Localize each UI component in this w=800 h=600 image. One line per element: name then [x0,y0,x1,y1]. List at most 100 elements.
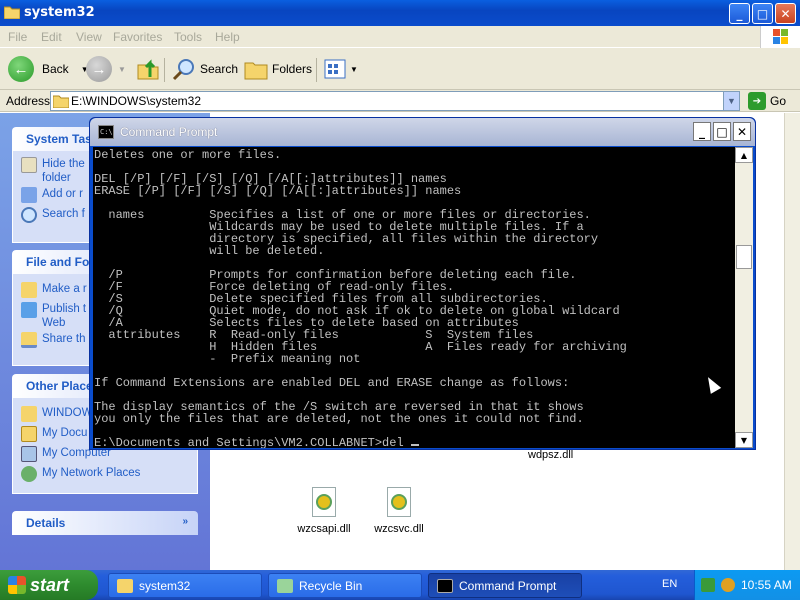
forward-arrow-icon: → [86,56,112,82]
cmd-close-button[interactable]: ✕ [733,122,751,141]
minimize-button[interactable]: _ [729,3,750,24]
scroll-up-icon[interactable]: ▲ [735,147,753,163]
folders-button[interactable]: Folders [244,56,312,82]
go-button[interactable]: ➔ Go [748,92,786,110]
forward-button[interactable]: → ▼ [86,56,126,82]
menu-tools[interactable]: Tools [174,30,202,44]
taskbar-item-system32[interactable]: system32 [108,573,262,598]
place-my-network-places[interactable]: My Network Places [21,466,140,482]
my-documents-icon [21,426,37,442]
task-label: Make a r [42,283,87,295]
explorer-title-bar: system32 _ □ ✕ [0,0,800,26]
publish-web-task[interactable]: Publish t Web [21,302,86,330]
task-label: Search f [42,208,85,220]
file-item[interactable]: wzcsvc.dll [364,487,434,535]
place-my-documents[interactable]: My Docu [21,426,87,442]
menu-bar: File Edit View Favorites Tools Help [0,26,800,48]
search-icon[interactable] [721,578,735,592]
folder-icon [4,6,20,19]
close-button[interactable]: ✕ [775,3,796,24]
scroll-down-icon[interactable]: ▼ [735,432,753,448]
menu-view[interactable]: View [76,30,102,44]
folders-label: Folders [272,62,313,76]
place-windows[interactable]: WINDOW [21,406,92,422]
search-icon [172,59,194,81]
hide-folder-icon [21,157,37,173]
file-list-scrollbar[interactable] [784,113,800,570]
folder-icon [53,95,69,108]
taskbar: start system32 Recycle Bin Command Promp… [0,570,800,600]
details-header[interactable]: Details » [12,511,198,535]
task-label: Add or r [42,188,83,200]
search-icon [21,207,37,223]
start-button[interactable]: start [0,570,98,600]
up-folder-button[interactable] [136,56,160,82]
scroll-thumb[interactable] [736,245,752,269]
folder-icon [21,406,37,422]
cmd-maximize-button[interactable]: □ [713,122,731,141]
go-label: Go [770,94,787,108]
task-label: Publish t Web [42,303,87,329]
task-label: Hide the folder [42,158,85,184]
forward-dropdown-icon[interactable]: ▼ [118,65,126,74]
go-arrow-icon: ➔ [748,92,766,110]
folder-icon [117,578,133,593]
console-output[interactable]: Deletes one or more files. DEL [/P] [/F]… [93,147,735,448]
menu-favorites[interactable]: Favorites [113,30,162,44]
address-bar: Address E:\WINDOWS\system32 ▼ ➔ Go [0,90,800,112]
views-button[interactable]: ▼ [324,56,358,82]
search-files-task[interactable]: Search f [21,207,85,223]
toolbar: ← Back ▼ → ▼ Search Folders ▼ [0,48,800,90]
folders-icon [244,62,268,80]
maximize-button[interactable]: □ [752,3,773,24]
taskbar-item-recycle-bin[interactable]: Recycle Bin [268,573,422,598]
address-input[interactable]: E:\WINDOWS\system32 ▼ [50,91,740,111]
menu-edit[interactable]: Edit [41,30,62,44]
file-item[interactable]: wzcsapi.dll [289,487,359,535]
place-label: WINDOW [42,407,93,419]
file-name: wzcsvc.dll [374,523,424,535]
hide-folder-task[interactable]: Hide the folder [21,157,85,185]
menu-help[interactable]: Help [215,30,240,44]
menu-file[interactable]: File [8,30,27,44]
share-icon [21,332,37,348]
windows-logo [760,26,800,48]
command-prompt-title: Command Prompt [120,125,218,139]
add-remove-task[interactable]: Add or r [21,187,83,203]
taskbar-label: Command Prompt [459,578,557,593]
console-cursor [410,444,419,446]
language-indicator[interactable]: EN [662,578,677,590]
expand-chevron-icon[interactable]: » [182,516,188,535]
console-scrollbar[interactable]: ▲ ▼ [735,147,753,448]
place-label: My Docu [42,427,88,439]
taskbar-label: system32 [139,578,191,593]
command-prompt-window: C:\ Command Prompt _ □ ✕ Deletes one or … [89,117,756,450]
dll-file-icon [312,487,336,517]
cmd-icon: C:\ [98,125,114,139]
partial-file-name[interactable]: wdpsz.dll [528,449,573,461]
network-icon[interactable] [701,578,715,592]
publish-icon [21,302,37,318]
back-label: Back [42,62,69,76]
address-value: E:\WINDOWS\system32 [71,94,202,108]
views-dropdown-icon: ▼ [350,64,358,74]
taskbar-label: Recycle Bin [299,578,363,593]
dll-file-icon [387,487,411,517]
taskbar-item-command-prompt[interactable]: Command Prompt [428,573,582,598]
address-dropdown-icon[interactable]: ▼ [723,92,739,110]
views-icon [324,59,346,79]
command-prompt-title-bar[interactable]: C:\ Command Prompt _ □ ✕ [90,118,755,146]
place-label: My Network Places [42,467,141,479]
start-label: start [30,574,70,595]
details-title: Details [26,516,66,530]
toolbar-separator [164,58,165,82]
make-new-folder-task[interactable]: Make a r [21,282,87,298]
my-computer-icon [21,446,37,462]
search-button[interactable]: Search [172,56,238,82]
network-icon [21,466,37,482]
new-folder-icon [21,282,37,298]
share-folder-task[interactable]: Share th [21,332,85,348]
back-button[interactable]: ← Back ▼ [8,56,89,82]
cmd-minimize-button[interactable]: _ [693,122,711,141]
back-arrow-icon: ← [8,56,34,82]
